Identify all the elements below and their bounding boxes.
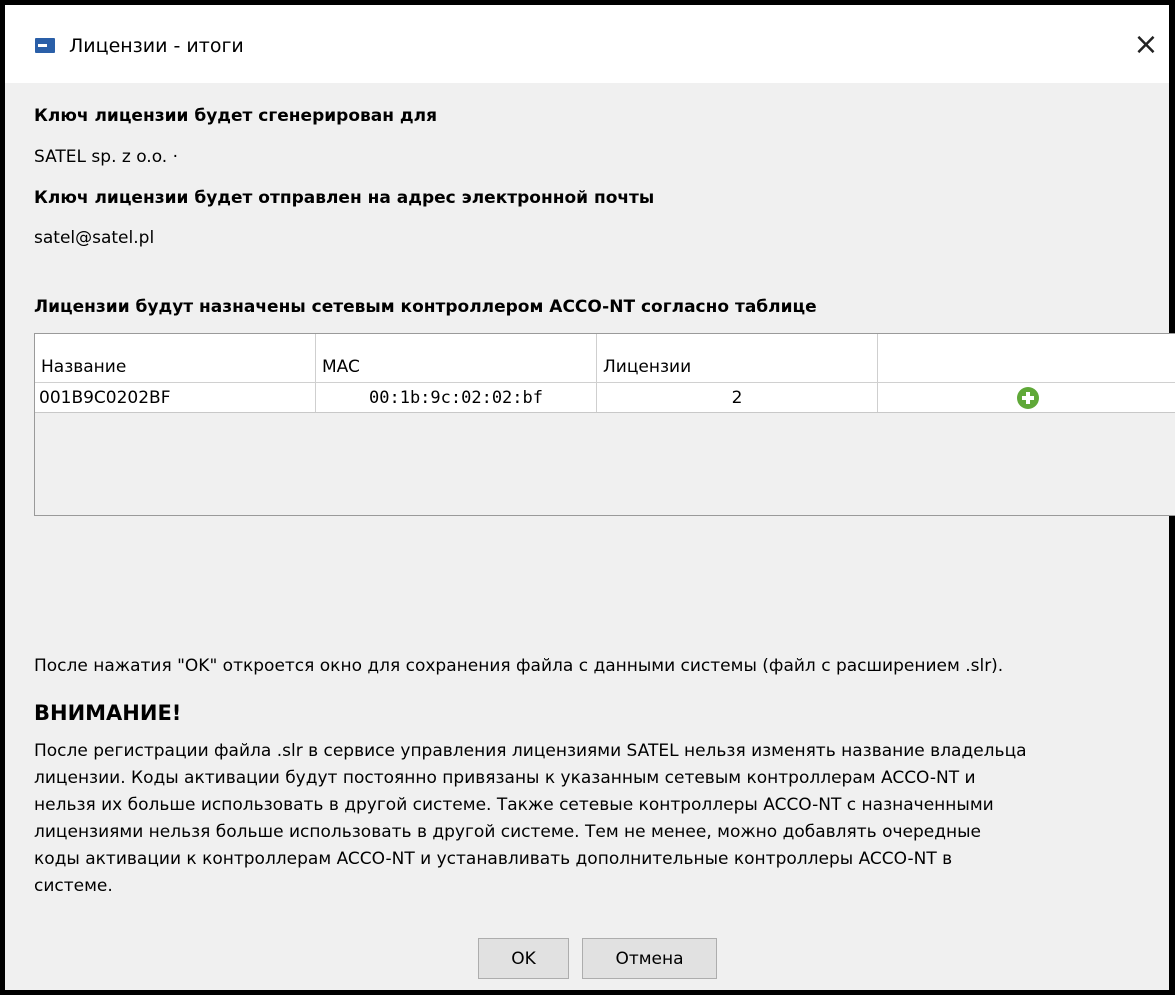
dialog-body: Ключ лицензии будет сгенерирован для SAT… [5,83,1175,995]
table-header-row: Название MAC Лицензии [35,334,1175,382]
window-title: Лицензии - итоги [69,35,244,57]
key-for-value: SATEL sp. z o.o. · [34,147,179,167]
email-value: satel@satel.pl [34,228,155,248]
license-summary-dialog: Лицензии - итоги × Ключ лицензии будет с… [0,0,1175,990]
cancel-button[interactable]: Отмена [582,938,717,979]
table-row[interactable]: 001B9C0202BF 00:1b:9c:02:02:bf 2 [35,382,1175,413]
cell-name[interactable]: 001B9C0202BF [35,383,316,412]
warning-line: нельзя их больше использовать в другой с… [34,795,994,815]
column-header-mac[interactable]: MAC [316,334,597,382]
warning-heading: ВНИМАНИЕ! [34,701,182,725]
add-icon[interactable] [1017,386,1039,409]
warning-line: После регистрации файла .slr в сервисе у… [34,741,1027,761]
warning-line: лицензии. Коды активации будут постоянно… [34,768,976,788]
licenses-table: Название MAC Лицензии 001B9C0202BF 00:1b… [34,333,1175,516]
column-header-action [878,334,1175,382]
key-for-heading: Ключ лицензии будет сгенерирован для [34,106,437,126]
column-header-licenses[interactable]: Лицензии [597,334,878,382]
cell-mac[interactable]: 00:1b:9c:02:02:bf [316,383,597,412]
close-button[interactable]: × [1123,27,1169,63]
save-file-note: После нажатия "OK" откроется окно для со… [34,656,1004,676]
cell-action [878,383,1175,412]
email-heading: Ключ лицензии будет отправлен на адрес э… [34,188,655,208]
close-icon: × [1133,27,1159,62]
warning-line: лицензиями нельзя больше использовать в … [34,822,982,842]
warning-text: После регистрации файла .slr в сервисе у… [34,738,1154,900]
app-icon [35,38,55,53]
warning-line: коды активации к контроллерам ACCO-NT и … [34,849,953,869]
column-header-name[interactable]: Название [35,334,316,382]
warning-line: системе. [34,876,113,896]
table-heading: Лицензии будут назначены сетевым контрол… [34,297,817,317]
ok-button[interactable]: OK [478,938,569,979]
cell-licenses[interactable]: 2 [597,383,878,412]
title-bar: Лицензии - итоги × [5,5,1169,83]
